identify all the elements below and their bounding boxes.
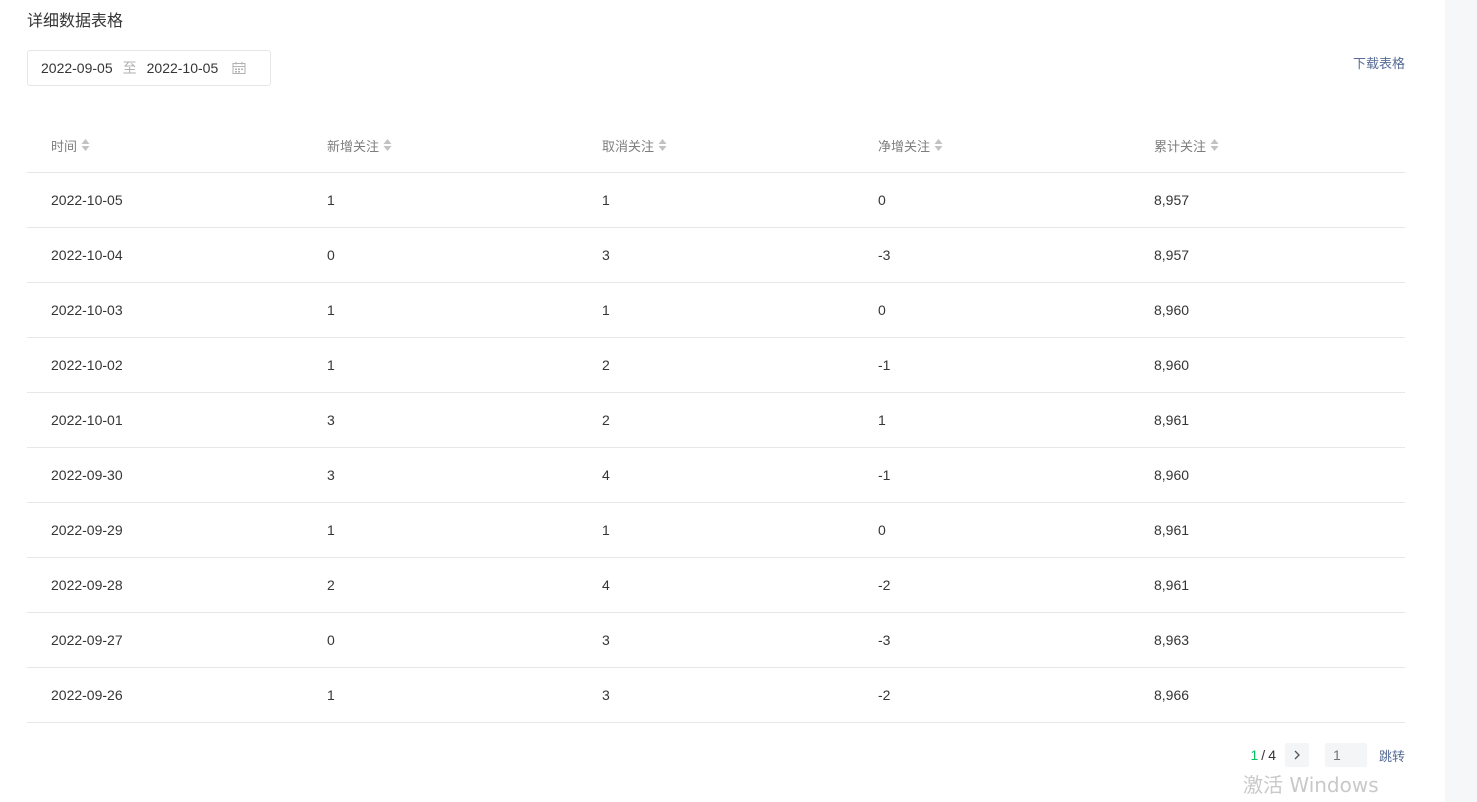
table-cell: 0 bbox=[854, 282, 1130, 338]
table-cell: 8,961 bbox=[1130, 557, 1405, 613]
pagination: 1 / 4 跳转 bbox=[1250, 743, 1405, 767]
total-pages: 4 bbox=[1268, 747, 1276, 763]
table-cell: 0 bbox=[303, 227, 578, 283]
table-cell: 2 bbox=[578, 337, 854, 393]
column-header-total-follows[interactable]: 累计关注 bbox=[1130, 118, 1405, 173]
table-cell: 3 bbox=[578, 667, 854, 723]
table-header-row: 时间 新增关注 取消关注 净增关注 累计关注 bbox=[27, 118, 1405, 173]
table-cell: 2022-10-05 bbox=[27, 172, 303, 228]
table-cell: 8,961 bbox=[1130, 392, 1405, 448]
table-row: 2022-10-01 3 2 1 8,961 bbox=[27, 392, 1405, 448]
table-cell: 0 bbox=[854, 502, 1130, 558]
table-cell: 2022-09-28 bbox=[27, 557, 303, 613]
column-header-label: 时间 bbox=[51, 138, 78, 154]
data-table: 时间 新增关注 取消关注 净增关注 累计关注 2022-10-05 1 1 0 8,95… bbox=[27, 118, 1405, 723]
sort-icon[interactable] bbox=[81, 138, 90, 152]
table-cell: 1 bbox=[303, 282, 578, 338]
table-cell: -1 bbox=[854, 447, 1130, 503]
column-header-label: 新增关注 bbox=[327, 138, 380, 154]
column-header-unfollows[interactable]: 取消关注 bbox=[578, 118, 854, 173]
jump-button[interactable]: 跳转 bbox=[1379, 746, 1405, 765]
table-cell: 0 bbox=[854, 172, 1130, 228]
date-start[interactable]: 2022-09-05 bbox=[41, 60, 113, 76]
table-cell: 2022-10-01 bbox=[27, 392, 303, 448]
table-row: 2022-10-05 1 1 0 8,957 bbox=[27, 172, 1405, 228]
table-cell: 3 bbox=[578, 612, 854, 668]
table-cell: 1 bbox=[578, 282, 854, 338]
table-cell: 4 bbox=[578, 447, 854, 503]
table-cell: 1 bbox=[303, 337, 578, 393]
table-cell: 3 bbox=[578, 227, 854, 283]
page-number-input[interactable] bbox=[1324, 743, 1367, 767]
download-table-link[interactable]: 下载表格 bbox=[1353, 53, 1405, 72]
table-row: 2022-10-03 1 1 0 8,960 bbox=[27, 282, 1405, 338]
table-cell: -2 bbox=[854, 557, 1130, 613]
sort-icon[interactable] bbox=[934, 138, 943, 152]
table-cell: -3 bbox=[854, 612, 1130, 668]
table-row: 2022-09-27 0 3 -3 8,963 bbox=[27, 612, 1405, 668]
table-cell: 8,960 bbox=[1130, 447, 1405, 503]
table-row: 2022-09-26 1 3 -2 8,966 bbox=[27, 667, 1405, 723]
date-end[interactable]: 2022-10-05 bbox=[147, 60, 219, 76]
table-cell: 0 bbox=[303, 612, 578, 668]
column-header-label: 累计关注 bbox=[1154, 138, 1207, 154]
table-cell: -2 bbox=[854, 667, 1130, 723]
date-range-picker[interactable]: 2022-09-05 至 2022-10-05 bbox=[27, 50, 271, 86]
column-header-new-follows[interactable]: 新增关注 bbox=[303, 118, 578, 173]
table-cell: 3 bbox=[303, 392, 578, 448]
table-cell: 2022-09-26 bbox=[27, 667, 303, 723]
table-row: 2022-09-28 2 4 -2 8,961 bbox=[27, 557, 1405, 613]
section-title: 详细数据表格 bbox=[27, 13, 124, 30]
table-cell: 2022-09-30 bbox=[27, 447, 303, 503]
table-cell: -3 bbox=[854, 227, 1130, 283]
table-cell: 2 bbox=[578, 392, 854, 448]
current-page: 1 bbox=[1250, 747, 1259, 763]
table-row: 2022-10-04 0 3 -3 8,957 bbox=[27, 227, 1405, 283]
table-cell: 2022-09-29 bbox=[27, 502, 303, 558]
table-row: 2022-09-30 3 4 -1 8,960 bbox=[27, 447, 1405, 503]
table-cell: 1 bbox=[854, 392, 1130, 448]
table-cell: 2022-10-04 bbox=[27, 227, 303, 283]
sort-icon[interactable] bbox=[383, 138, 392, 152]
table-row: 2022-10-02 1 2 -1 8,960 bbox=[27, 337, 1405, 393]
table-cell: 8,960 bbox=[1130, 337, 1405, 393]
table-cell: 1 bbox=[578, 502, 854, 558]
column-header-net-follows[interactable]: 净增关注 bbox=[854, 118, 1130, 173]
chevron-right-icon bbox=[1294, 750, 1300, 760]
right-scroll-rail bbox=[1445, 0, 1477, 802]
table-cell: 8,960 bbox=[1130, 282, 1405, 338]
column-header-label: 净增关注 bbox=[878, 138, 931, 154]
column-header-label: 取消关注 bbox=[602, 138, 655, 154]
table-cell: -1 bbox=[854, 337, 1130, 393]
calendar-icon[interactable] bbox=[232, 61, 246, 75]
table-cell: 1 bbox=[303, 502, 578, 558]
windows-activation-watermark: 激活 Windows bbox=[1243, 773, 1379, 797]
table-cell: 1 bbox=[303, 172, 578, 228]
table-cell: 8,966 bbox=[1130, 667, 1405, 723]
table-cell: 2 bbox=[303, 557, 578, 613]
column-header-time[interactable]: 时间 bbox=[27, 118, 303, 173]
table-cell: 8,961 bbox=[1130, 502, 1405, 558]
table-cell: 4 bbox=[578, 557, 854, 613]
next-page-button[interactable] bbox=[1284, 743, 1309, 767]
table-cell: 8,963 bbox=[1130, 612, 1405, 668]
sort-icon[interactable] bbox=[658, 138, 667, 152]
table-cell: 2022-10-03 bbox=[27, 282, 303, 338]
table-cell: 2022-09-27 bbox=[27, 612, 303, 668]
date-separator: 至 bbox=[122, 60, 137, 76]
table-cell: 2022-10-02 bbox=[27, 337, 303, 393]
table-cell: 3 bbox=[303, 447, 578, 503]
table-cell: 8,957 bbox=[1130, 227, 1405, 283]
table-cell: 1 bbox=[578, 172, 854, 228]
table-cell: 1 bbox=[303, 667, 578, 723]
table-row: 2022-09-29 1 1 0 8,961 bbox=[27, 502, 1405, 558]
page-separator: / bbox=[1261, 747, 1266, 763]
sort-icon[interactable] bbox=[1210, 138, 1219, 152]
table-cell: 8,957 bbox=[1130, 172, 1405, 228]
